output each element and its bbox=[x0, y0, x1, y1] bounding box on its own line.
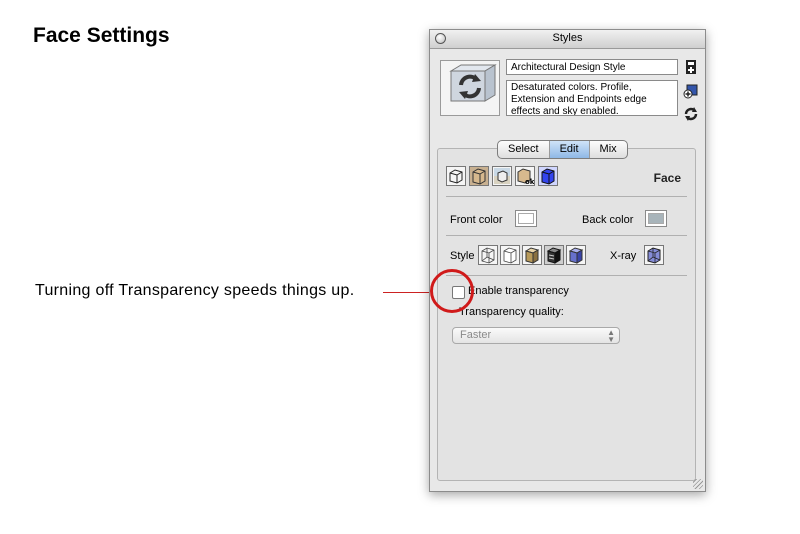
monochrome-icon[interactable] bbox=[566, 245, 586, 265]
create-style-icon[interactable] bbox=[683, 59, 699, 75]
callout-highlight-circle bbox=[430, 269, 474, 313]
add-style-icon[interactable] bbox=[683, 83, 699, 99]
wireframe-icon[interactable] bbox=[478, 245, 498, 265]
styles-window: Styles Architectural Design Style Desatu… bbox=[429, 29, 706, 492]
face-settings-icon[interactable] bbox=[469, 166, 489, 186]
svg-text:ok: ok bbox=[525, 178, 534, 185]
style-name-field[interactable]: Architectural Design Style bbox=[506, 59, 678, 75]
transparency-quality-value: Faster bbox=[460, 329, 492, 341]
style-description-field[interactable]: Desaturated colors. Profile, Extension a… bbox=[506, 80, 678, 116]
tab-mix[interactable]: Mix bbox=[590, 141, 627, 158]
face-style-icon-row bbox=[478, 245, 589, 265]
tab-select[interactable]: Select bbox=[498, 141, 550, 158]
modeling-settings-icon[interactable] bbox=[538, 166, 558, 186]
enable-transparency-label: Enable transparency bbox=[468, 285, 569, 297]
back-color-swatch[interactable] bbox=[645, 210, 667, 227]
divider bbox=[446, 275, 687, 276]
callout-text: Turning off Transparency speeds things u… bbox=[35, 282, 355, 299]
background-settings-icon[interactable] bbox=[492, 166, 512, 186]
front-color-label: Front color bbox=[450, 214, 503, 226]
tab-edit[interactable]: Edit bbox=[549, 141, 590, 158]
style-label: Style bbox=[450, 250, 475, 262]
xray-label: X-ray bbox=[610, 250, 637, 262]
window-title: Styles bbox=[552, 32, 583, 44]
style-thumbnail-icon bbox=[449, 64, 497, 102]
select-arrows-icon: ▲ ▼ bbox=[607, 328, 615, 344]
section-label: Face bbox=[653, 171, 681, 185]
hidden-line-icon[interactable] bbox=[500, 245, 520, 265]
transparency-quality-select[interactable]: Faster ▲ ▼ bbox=[452, 327, 620, 344]
style-thumbnail[interactable] bbox=[440, 60, 500, 116]
resize-grip[interactable] bbox=[693, 479, 703, 489]
front-color-swatch[interactable] bbox=[515, 210, 537, 227]
shaded-icon[interactable] bbox=[522, 245, 542, 265]
watermark-settings-icon[interactable]: ok bbox=[515, 166, 535, 186]
slide-title: Face Settings bbox=[33, 24, 170, 47]
titlebar: Styles bbox=[430, 30, 705, 49]
edit-panel: ok Face Front color Back color Style X-r… bbox=[437, 148, 696, 481]
xray-icon[interactable] bbox=[644, 245, 664, 265]
settings-icon-row: ok bbox=[446, 166, 561, 186]
transparency-quality-label: Transparency quality: bbox=[459, 306, 564, 318]
divider bbox=[446, 196, 687, 197]
shaded-textures-icon[interactable] bbox=[544, 245, 564, 265]
callout-line bbox=[383, 292, 433, 293]
back-color-label: Back color bbox=[582, 214, 634, 226]
edge-settings-icon[interactable] bbox=[446, 166, 466, 186]
divider bbox=[446, 235, 687, 236]
refresh-icon[interactable] bbox=[683, 106, 699, 122]
tab-group: Select Edit Mix bbox=[497, 140, 628, 159]
